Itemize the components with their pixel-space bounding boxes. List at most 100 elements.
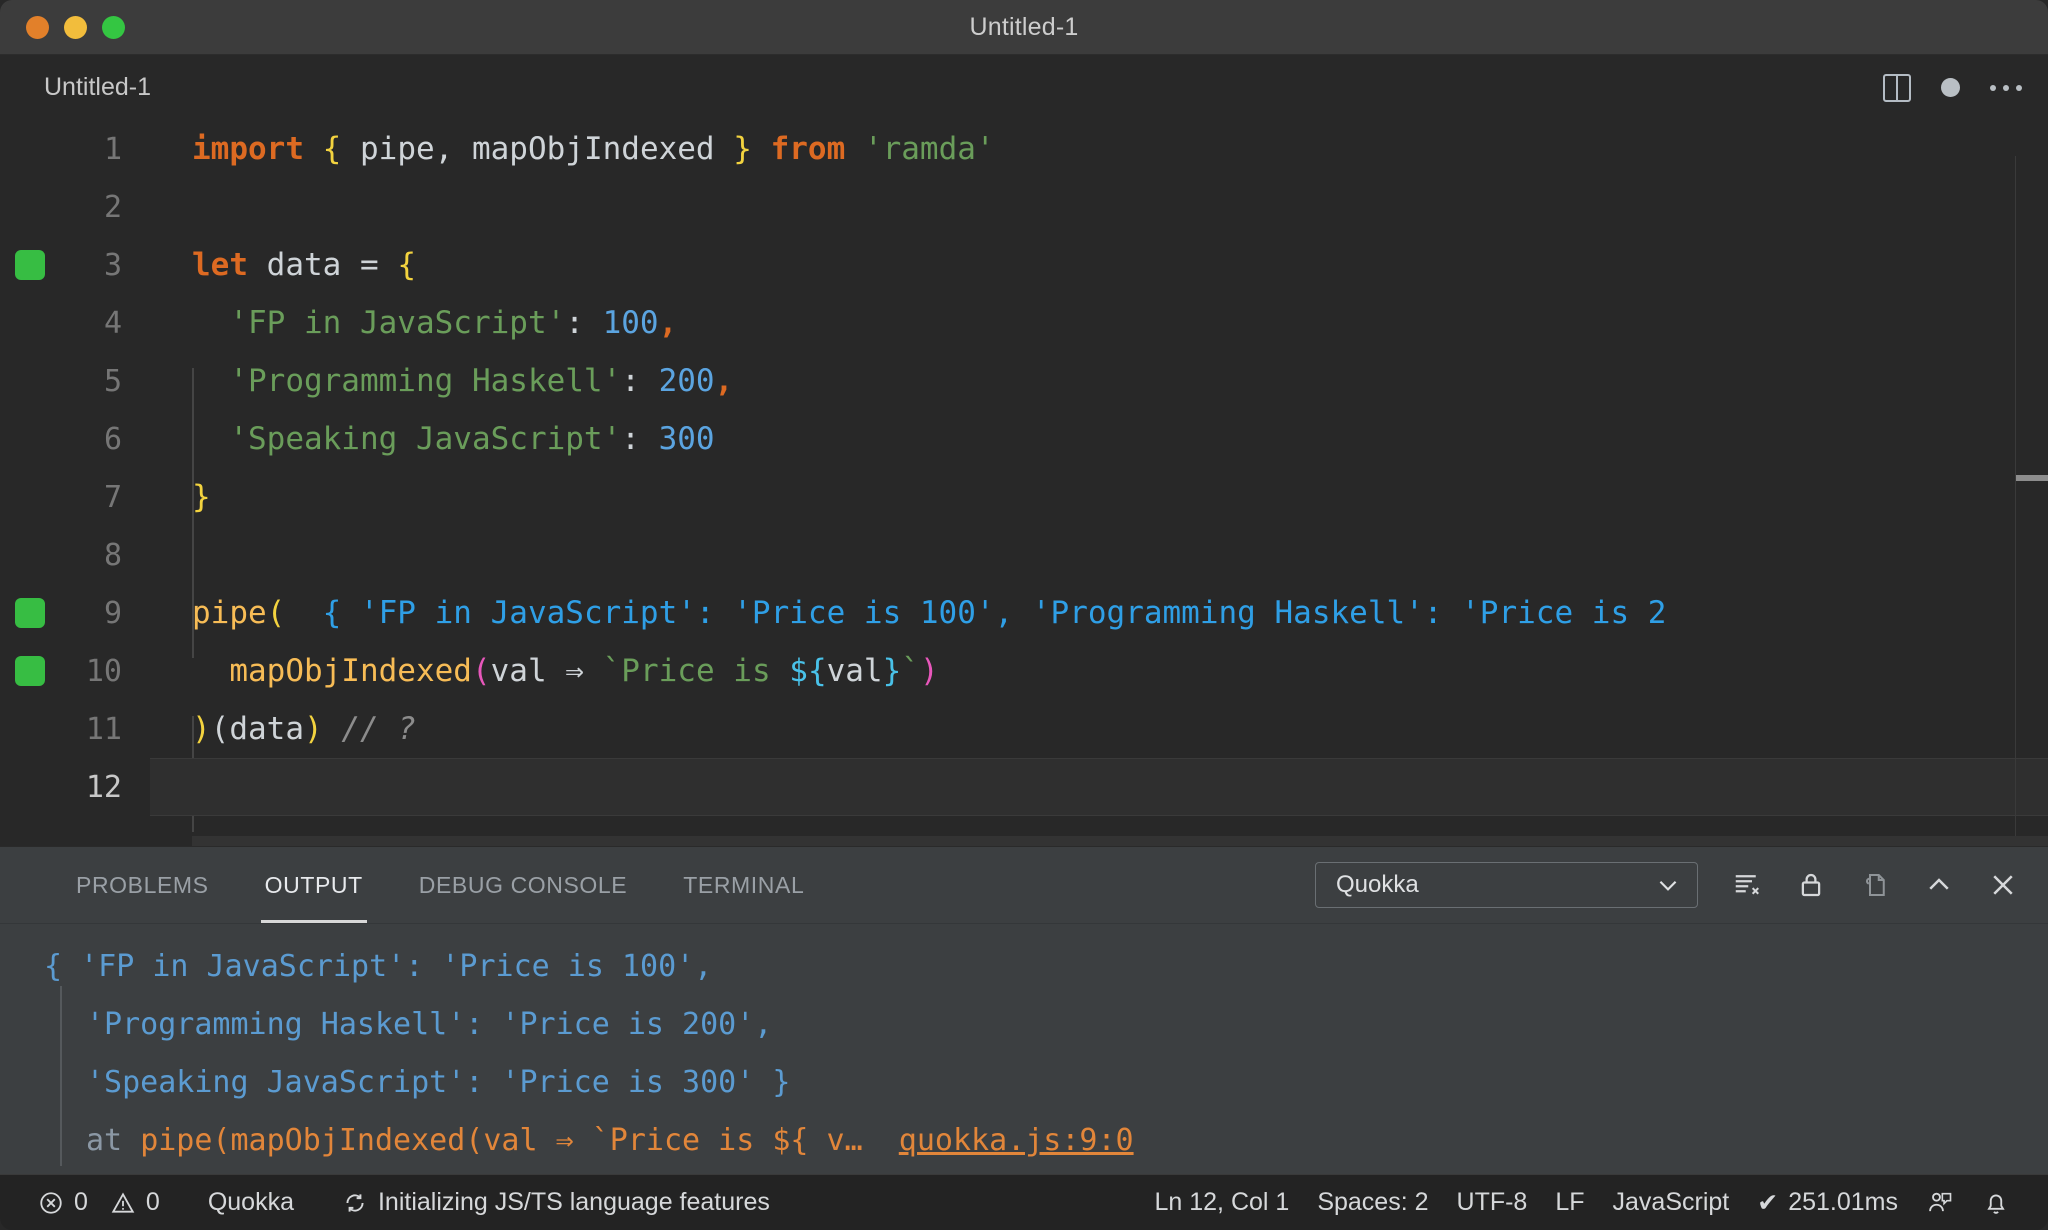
status-quokka-timing[interactable]: ✔ 251.01ms [1743,1175,1912,1230]
token-brace: } [733,131,752,167]
status-encoding[interactable]: UTF-8 [1443,1175,1542,1230]
tab-label: TERMINAL [683,871,805,898]
tab-problems[interactable]: PROBLEMS [48,847,237,923]
token-brace: } [192,479,211,515]
token-template-close: ` [901,653,920,689]
token-comment: // ? [341,711,416,747]
status-language-label: JavaScript [1612,1188,1730,1216]
warning-icon [110,1190,136,1216]
token-identifier: data [229,711,304,747]
vscode-window: Untitled-1 Untitled-1 1 import { pipe, m… [0,0,2048,1230]
code-line[interactable]: 4 'FP in JavaScript': 100, [0,294,2048,352]
split-editor-icon[interactable] [1883,73,1911,102]
output-channel-select[interactable]: Quokka [1315,862,1698,908]
code-line[interactable]: 6 'Speaking JavaScript': 300 [0,410,2048,468]
line-content: 'Speaking JavaScript': 300 [150,410,2048,468]
status-bar-left: 0 0 Quokka Initializing JS/TS language f… [24,1175,784,1230]
status-task[interactable]: Initializing JS/TS language features [328,1175,784,1230]
token-comma: , [658,305,678,341]
line-number: 11 [85,711,122,747]
editor-overview-ruler [2015,156,2016,846]
line-number: 8 [103,537,122,573]
status-indentation[interactable]: Spaces: 2 [1303,1175,1442,1230]
editor-tab-untitled-1[interactable]: Untitled-1 [0,55,173,120]
status-quokka-label: Quokka [207,1188,294,1216]
maximize-panel-icon[interactable] [1924,870,1954,900]
editor-tab-bar: Untitled-1 [0,55,2048,120]
code-line[interactable]: 5 'Programming Haskell': 200, [0,352,2048,410]
status-problems[interactable]: 0 0 [24,1175,174,1230]
output-indent-guide [60,986,62,1166]
code-line[interactable]: 8 [0,526,2048,584]
tab-debug-console[interactable]: DEBUG CONSOLE [391,847,655,923]
status-eol[interactable]: LF [1541,1175,1598,1230]
more-actions-icon[interactable] [1990,84,2022,91]
code-line-current[interactable]: 12 [0,758,2048,816]
token-paren: ( [266,595,286,631]
tab-terminal[interactable]: TERMINAL [655,847,832,923]
status-cursor-position[interactable]: Ln 12, Col 1 [1141,1175,1304,1230]
output-line-stack: at pipe(mapObjIndexed(val ⇒ `Price is ${… [0,1112,2048,1170]
token-keyword-from: from [770,131,846,167]
window-title: Untitled-1 [969,12,1079,41]
tab-label: DEBUG CONSOLE [418,871,628,898]
quokka-gutter-marker[interactable] [15,656,45,686]
tab-label: OUTPUT [264,871,363,898]
status-feedback[interactable] [1912,1175,1968,1230]
editor-vertical-scrollbar-thumb[interactable] [2016,475,2048,481]
code-line[interactable]: 2 [0,178,2048,236]
output-source-link[interactable]: quokka.js:9:0 [899,1123,1134,1158]
bottom-panel: PROBLEMS OUTPUT DEBUG CONSOLE TERMINAL Q… [0,846,2048,1174]
quokka-gutter-marker[interactable] [15,598,45,628]
output-line: 'Speaking JavaScript': 'Price is 300' } [86,1065,791,1100]
line-content: } [150,468,2048,526]
code-line[interactable]: 1 import { pipe, mapObjIndexed } from 'r… [0,120,2048,178]
token-interp-open: ${ [789,653,827,689]
status-language-mode[interactable]: JavaScript [1599,1175,1744,1230]
code-line[interactable]: 3 let data = { [0,236,2048,294]
error-icon [38,1190,64,1216]
open-in-editor-icon[interactable] [1860,870,1890,900]
output-view[interactable]: { 'FP in JavaScript': 'Price is 100', 'P… [0,923,2048,1174]
editor-tab-label: Untitled-1 [44,73,151,101]
token-function-pipe: pipe [192,595,267,631]
line-number: 4 [103,305,122,341]
token-comma: , [714,363,734,399]
status-eol-label: LF [1555,1188,1585,1216]
token-string-key: 'FP in JavaScript' [229,305,566,341]
code-line[interactable]: 9 pipe( { 'FP in JavaScript': 'Price is … [0,584,2048,642]
title-bar: Untitled-1 [0,0,2048,55]
status-bar-right: Ln 12, Col 1 Spaces: 2 UTF-8 LF JavaScri… [1141,1175,2025,1230]
line-content: pipe( { 'FP in JavaScript': 'Price is 10… [150,584,2048,642]
token-string-module: 'ramda' [863,131,995,167]
token-interp-close: } [882,653,902,689]
line-number: 12 [85,769,122,805]
lock-scroll-icon[interactable] [1796,870,1826,900]
token-identifier: data = [248,247,398,283]
token-string-key: 'Programming Haskell' [229,363,622,399]
token-arrow: ⇒ [565,653,584,689]
code-line[interactable]: 7 } [0,468,2048,526]
quokka-gutter-marker[interactable] [15,250,45,280]
status-cursor-label: Ln 12, Col 1 [1154,1188,1290,1216]
close-panel-icon[interactable] [1988,870,2018,900]
token-colon: : [621,363,659,399]
status-notifications[interactable] [1968,1175,2024,1230]
line-content: 'FP in JavaScript': 100, [150,294,2048,352]
token-keyword-let: let [192,247,248,283]
status-indent-label: Spaces: 2 [1317,1188,1429,1216]
unsaved-dot-icon[interactable] [1941,78,1960,97]
code-editor[interactable]: 1 import { pipe, mapObjIndexed } from 'r… [0,120,2048,846]
output-stack-frame: pipe(mapObjIndexed(val ⇒ `Price is ${ v… [140,1123,863,1158]
clear-output-icon[interactable] [1732,870,1762,900]
line-content [150,758,2048,816]
line-number: 5 [103,363,122,399]
editor-horizontal-scrollbar[interactable] [192,836,2048,846]
token-string-key: 'Speaking JavaScript' [229,421,622,457]
token-paren: ) [304,711,323,747]
code-line[interactable]: 11 )(data) // ? [0,700,2048,758]
code-line[interactable]: 10 mapObjIndexed(val ⇒ `Price is ${val}`… [0,642,2048,700]
status-quokka[interactable]: Quokka [194,1175,308,1230]
tab-output[interactable]: OUTPUT [237,847,391,923]
line-content: import { pipe, mapObjIndexed } from 'ram… [150,120,2048,178]
